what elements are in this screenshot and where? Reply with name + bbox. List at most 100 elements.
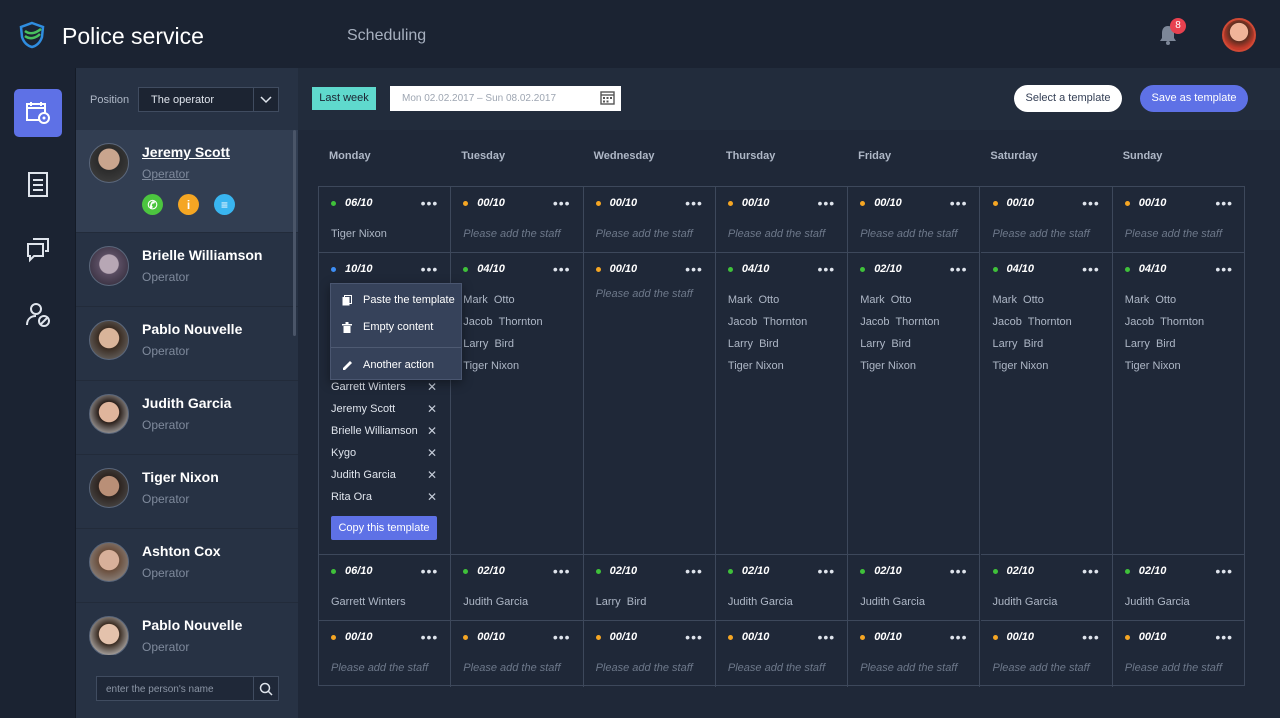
- more-options-icon[interactable]: •••: [950, 563, 968, 579]
- position-select[interactable]: The operator: [138, 87, 279, 112]
- another-action-item[interactable]: Another action: [341, 359, 434, 371]
- add-staff-placeholder[interactable]: Please add the staff: [596, 223, 693, 245]
- schedule-cell[interactable]: 00/10 ••• Please add the staff: [981, 621, 1113, 687]
- staff-name[interactable]: Pablo Nouvelle: [142, 617, 242, 633]
- close-icon[interactable]: ✕: [427, 446, 437, 460]
- more-options-icon[interactable]: •••: [553, 563, 571, 579]
- schedule-cell[interactable]: 06/10 ••• Garrett Winters: [319, 555, 452, 621]
- schedule-cell[interactable]: 02/10 ••• Judith Garcia: [848, 555, 981, 621]
- add-staff-placeholder[interactable]: Please add the staff: [463, 657, 560, 679]
- staff-item[interactable]: Ashton Cox Operator: [76, 529, 298, 603]
- staff-name[interactable]: Brielle Williamson: [142, 247, 262, 263]
- add-staff-placeholder[interactable]: Please add the staff: [860, 657, 957, 679]
- more-options-icon[interactable]: •••: [685, 629, 703, 645]
- schedule-cell[interactable]: 04/10 ••• Mark Otto Jacob Thornton Larry Bir…: [715, 253, 849, 555]
- add-staff-placeholder[interactable]: Please add the staff: [596, 657, 693, 679]
- staff-name[interactable]: Jeremy Scott: [142, 144, 230, 160]
- close-icon[interactable]: ✕: [427, 380, 437, 394]
- more-options-icon[interactable]: •••: [950, 629, 968, 645]
- more-options-icon[interactable]: •••: [421, 195, 439, 211]
- close-icon[interactable]: ✕: [427, 490, 437, 504]
- schedule-cell[interactable]: 00/10 ••• Please add the staff: [583, 253, 716, 555]
- staff-name[interactable]: Pablo Nouvelle: [142, 321, 242, 337]
- schedule-cell[interactable]: 02/10 ••• Larry Bird: [583, 555, 716, 621]
- more-options-icon[interactable]: •••: [421, 629, 439, 645]
- more-options-icon[interactable]: •••: [950, 195, 968, 211]
- more-options-icon[interactable]: •••: [685, 195, 703, 211]
- info-icon[interactable]: i: [178, 194, 199, 215]
- more-options-icon[interactable]: •••: [1215, 629, 1233, 645]
- staff-name[interactable]: Judith Garcia: [142, 395, 231, 411]
- rail-users-button[interactable]: [14, 290, 62, 338]
- chevron-down-icon[interactable]: [253, 88, 278, 111]
- staff-item[interactable]: Pablo Nouvelle Operator: [76, 307, 298, 381]
- add-staff-placeholder[interactable]: Please add the staff: [596, 283, 693, 305]
- rail-scheduling-button[interactable]: [14, 89, 62, 137]
- staff-item[interactable]: Tiger Nixon Operator: [76, 455, 298, 529]
- schedule-cell[interactable]: 04/10 ••• Mark Otto Jacob Thornton Larry Bir…: [980, 253, 1113, 555]
- schedule-cell[interactable]: 00/10 ••• Please add the staff: [848, 621, 981, 687]
- schedule-cell[interactable]: 02/10 ••• Judith Garcia: [715, 555, 849, 621]
- schedule-cell[interactable]: 00/10 ••• Please add the staff: [584, 621, 716, 687]
- more-options-icon[interactable]: •••: [421, 563, 439, 579]
- search-input[interactable]: enter the person's name: [96, 676, 279, 701]
- staff-item[interactable]: Pablo Nouvelle Operator: [76, 603, 298, 655]
- schedule-cell[interactable]: 02/10 ••• Mark Otto Jacob Thornton Larry Bir…: [848, 253, 981, 555]
- empty-content-item[interactable]: Empty content: [341, 321, 433, 333]
- more-options-icon[interactable]: •••: [1082, 563, 1100, 579]
- staff-item[interactable]: Jeremy Scott Operator ✆ i ≡: [76, 130, 298, 233]
- schedule-cell[interactable]: 00/10 ••• Please add the staff: [716, 621, 849, 687]
- schedule-cell[interactable]: 06/10 ••• Tiger Nixon: [319, 187, 452, 253]
- more-options-icon[interactable]: •••: [817, 261, 835, 277]
- schedule-cell[interactable]: 00/10 ••• Please add the staff: [715, 187, 849, 253]
- add-staff-placeholder[interactable]: Please add the staff: [860, 223, 957, 245]
- schedule-cell[interactable]: 02/10 ••• Judith Garcia: [451, 555, 584, 621]
- more-options-icon[interactable]: •••: [1215, 195, 1233, 211]
- schedule-cell[interactable]: 04/10 ••• Mark Otto Jacob Thornton Larry Bir…: [451, 253, 584, 555]
- user-avatar[interactable]: [1222, 18, 1256, 52]
- schedule-cell[interactable]: 00/10 ••• Please add the staff: [583, 187, 716, 253]
- more-options-icon[interactable]: •••: [1082, 629, 1100, 645]
- more-options-icon[interactable]: •••: [553, 261, 571, 277]
- more-options-icon[interactable]: •••: [685, 563, 703, 579]
- staff-scrollbar[interactable]: [293, 130, 296, 336]
- more-options-icon[interactable]: •••: [1215, 563, 1233, 579]
- schedule-cell[interactable]: 00/10 ••• Please add the staff: [980, 187, 1113, 253]
- add-staff-placeholder[interactable]: Please add the staff: [728, 223, 825, 245]
- more-options-icon[interactable]: •••: [1082, 195, 1100, 211]
- more-options-icon[interactable]: •••: [817, 195, 835, 211]
- last-week-button[interactable]: Last week: [312, 87, 376, 110]
- staff-item[interactable]: Brielle Williamson Operator: [76, 233, 298, 307]
- rail-reports-button[interactable]: [14, 160, 62, 208]
- schedule-cell[interactable]: 02/10 ••• Judith Garcia: [980, 555, 1113, 621]
- date-range-field[interactable]: Mon 02.02.2017 – Sun 08.02.2017: [390, 86, 621, 111]
- add-staff-placeholder[interactable]: Please add the staff: [993, 657, 1090, 679]
- close-icon[interactable]: ✕: [427, 468, 437, 482]
- staff-item[interactable]: Judith Garcia Operator: [76, 381, 298, 455]
- calendar-icon[interactable]: [600, 90, 615, 105]
- more-options-icon[interactable]: •••: [817, 563, 835, 579]
- add-staff-placeholder[interactable]: Please add the staff: [331, 657, 428, 679]
- add-staff-placeholder[interactable]: Please add the staff: [993, 223, 1090, 245]
- schedule-cell[interactable]: 02/10 ••• Judith Garcia: [1112, 555, 1246, 621]
- more-options-icon[interactable]: •••: [817, 629, 835, 645]
- add-staff-placeholder[interactable]: Please add the staff: [1125, 657, 1222, 679]
- more-options-icon[interactable]: •••: [553, 629, 571, 645]
- save-template-button[interactable]: Save as template: [1140, 85, 1248, 112]
- add-staff-placeholder[interactable]: Please add the staff: [1125, 223, 1222, 245]
- close-icon[interactable]: ✕: [427, 402, 437, 416]
- schedule-cell[interactable]: 00/10 ••• Please add the staff: [451, 187, 584, 253]
- rail-messages-button[interactable]: [14, 225, 62, 273]
- close-icon[interactable]: ✕: [427, 424, 437, 438]
- copy-template-button[interactable]: Copy this template: [331, 516, 437, 540]
- staff-name[interactable]: Tiger Nixon: [142, 469, 219, 485]
- phone-icon[interactable]: ✆: [142, 194, 163, 215]
- more-options-icon[interactable]: •••: [1215, 261, 1233, 277]
- more-options-icon[interactable]: •••: [1082, 261, 1100, 277]
- add-staff-placeholder[interactable]: Please add the staff: [728, 657, 825, 679]
- add-staff-placeholder[interactable]: Please add the staff: [463, 223, 560, 245]
- schedule-cell[interactable]: 00/10 ••• Please add the staff: [848, 187, 981, 253]
- schedule-cell[interactable]: 00/10 ••• Please add the staff: [1112, 187, 1246, 253]
- paste-template-item[interactable]: Paste the template: [341, 294, 455, 306]
- staff-name[interactable]: Ashton Cox: [142, 543, 221, 559]
